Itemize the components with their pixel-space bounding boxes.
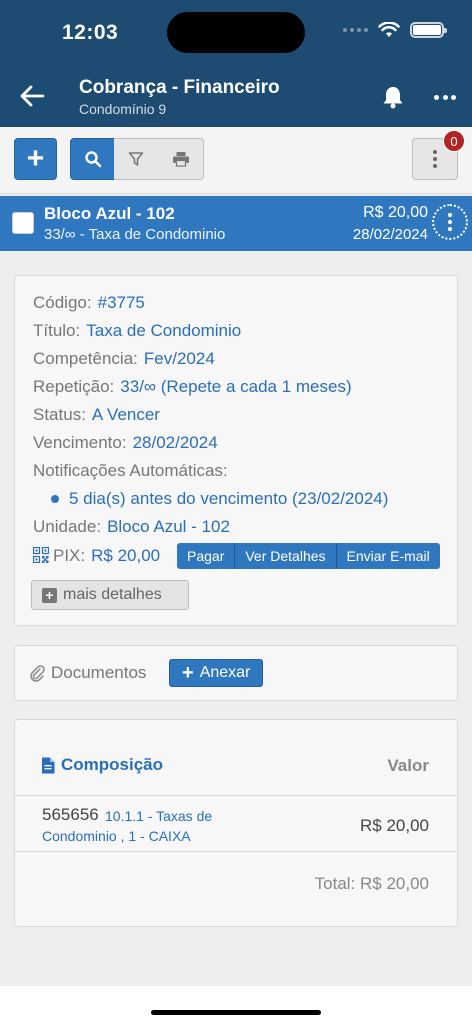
view-details-button[interactable]: Ver Detalhes (235, 543, 337, 569)
codigo-value: #3775 (97, 293, 145, 312)
home-area (0, 986, 472, 1024)
status-label: Status: (33, 405, 86, 424)
pix-action-group: Pagar Ver Detalhes Enviar E-mail (177, 543, 440, 569)
attach-label: Anexar (199, 664, 251, 681)
composition-account-link[interactable]: 10.1.1 - Taxas de (105, 808, 212, 824)
qr-code-icon (33, 547, 49, 563)
divider (15, 795, 457, 796)
unidade-value: Bloco Azul - 102 (107, 517, 230, 536)
documents-label: Documentos (51, 663, 147, 682)
page-subtitle: Condomínio 9 (79, 101, 167, 117)
status-icons (343, 22, 447, 38)
documents-label-group: Documentos (29, 663, 146, 683)
titulo-label: Título: (33, 321, 81, 340)
paperclip-icon (30, 665, 45, 682)
detail-repeticao: Repetição: 33/∞ (Repete a cada 1 meses) (33, 377, 352, 397)
repeticao-value: 33/∞ (Repete a cada 1 meses) (120, 377, 352, 396)
app-header: 12:03 Cobrança - Financeiro Condomínio 9 (0, 0, 472, 127)
item-description: 33/∞ - Taxa de Condominio (44, 226, 226, 243)
print-button[interactable] (158, 138, 204, 180)
vertical-dots-icon (433, 150, 437, 168)
unidade-label: Unidade: (33, 517, 102, 536)
item-checkbox[interactable] (12, 212, 34, 234)
item-name: Bloco Azul - 102 (44, 204, 175, 223)
detail-status: Status: A Vencer (33, 405, 160, 425)
notification-badge: 0 (443, 130, 465, 152)
filter-button[interactable] (114, 138, 159, 180)
toolbar: + (0, 127, 472, 194)
detail-pix: PIX: R$ 20,00 (33, 546, 160, 566)
composition-account-link-2[interactable]: Condominio , 1 - CAIXA (42, 828, 191, 844)
competencia-label: Competência: (33, 349, 138, 368)
detail-unidade: Unidade: Bloco Azul - 102 (33, 517, 230, 537)
item-amount: R$ 20,00 (363, 204, 428, 221)
add-button[interactable]: + (14, 138, 57, 180)
print-icon (172, 152, 189, 167)
pix-label: PIX: (53, 546, 86, 565)
battery-icon (410, 22, 447, 38)
more-details-label: mais detalhes (63, 586, 162, 603)
vencimento-value: 28/02/2024 (132, 433, 218, 452)
composition-amount: R$ 20,00 (360, 816, 429, 835)
divider (15, 851, 457, 852)
more-details-button[interactable]: + mais detalhes (31, 580, 189, 610)
titulo-value: Taxa de Condominio (86, 321, 242, 340)
item-due-date: 28/02/2024 (352, 226, 428, 243)
billing-details-card: Código: #3775 Título: Taxa de Condominio C… (14, 275, 458, 626)
status-time: 12:03 (62, 21, 119, 44)
valor-header: Valor (387, 756, 429, 775)
item-options-button[interactable] (432, 204, 468, 240)
composition-header: Composição (41, 755, 163, 775)
notificacoes-label: Notificações Automáticas: (33, 461, 228, 480)
send-email-button[interactable]: Enviar E-mail (336, 543, 440, 569)
composition-title: Composição (61, 755, 164, 774)
filter-icon (128, 152, 144, 166)
dynamic-island (167, 12, 305, 53)
composition-total: Total: R$ 20,00 (314, 874, 429, 893)
wifi-icon (378, 22, 400, 37)
vencimento-label: Vencimento: (33, 433, 127, 452)
search-icon (84, 151, 101, 168)
document-icon (42, 757, 55, 773)
more-horizontal-icon[interactable] (434, 92, 456, 102)
notificacao-item: 5 dia(s) antes do vencimento (23/02/2024… (51, 489, 388, 509)
page-title: Cobrança - Financeiro (79, 77, 280, 98)
pay-button[interactable]: Pagar (177, 543, 236, 569)
documents-card: Documentos + Anexar (14, 645, 458, 701)
status-value: A Vencer (91, 405, 160, 424)
codigo-label: Código: (33, 293, 92, 312)
pix-value: R$ 20,00 (91, 546, 161, 565)
composition-card: Composição Valor 565656 10.1.1 - Taxas d… (14, 719, 458, 927)
composition-code: 565656 (42, 805, 99, 824)
detail-vencimento: Vencimento: 28/02/2024 (33, 433, 218, 453)
detail-competencia: Competência: Fev/2024 (33, 349, 215, 369)
detail-titulo: Título: Taxa de Condominio (33, 321, 241, 341)
notificacao-value: 5 dia(s) antes do vencimento (23/02/2024… (69, 489, 389, 508)
plus-icon: + (182, 662, 194, 684)
back-arrow-icon[interactable] (18, 82, 46, 110)
bell-icon[interactable] (380, 84, 406, 110)
home-indicator[interactable] (151, 1010, 321, 1015)
repeticao-label: Repetição: (33, 377, 115, 396)
detail-codigo: Código: #3775 (33, 293, 145, 313)
attach-button[interactable]: + Anexar (169, 659, 264, 687)
billing-item-row[interactable]: Bloco Azul - 102 33/∞ - Taxa de Condomin… (0, 196, 472, 251)
plus-square-icon: + (42, 587, 57, 603)
search-button[interactable] (70, 138, 115, 180)
bullet-icon (51, 494, 59, 503)
signal-icon (343, 28, 368, 32)
competencia-value: Fev/2024 (143, 349, 215, 368)
